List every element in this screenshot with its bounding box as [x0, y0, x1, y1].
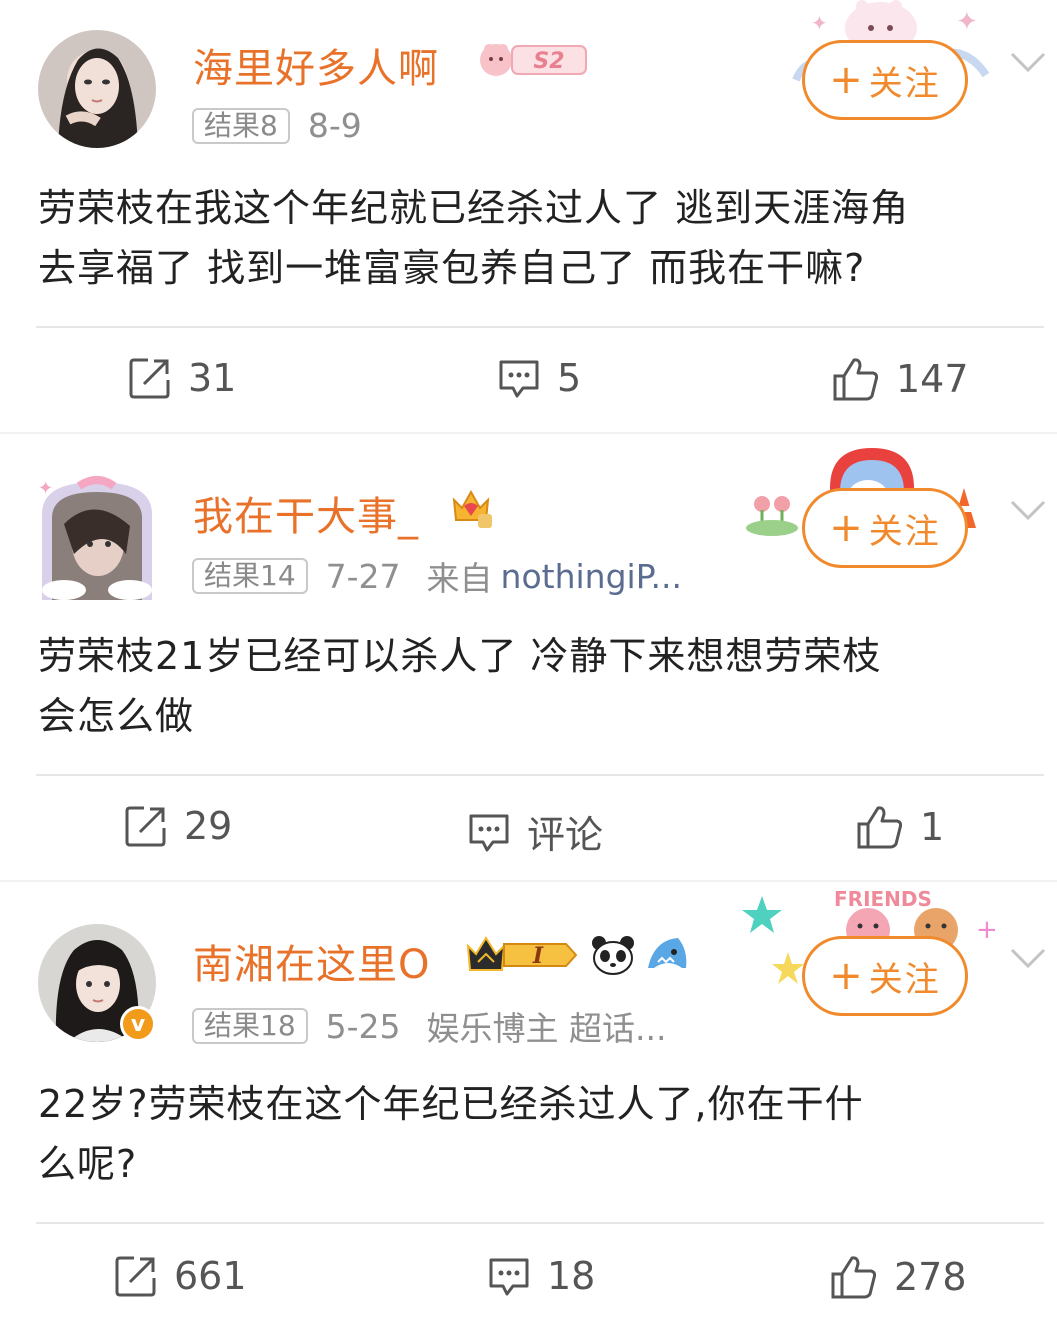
comment-count: 18 — [547, 1254, 596, 1298]
post-text-line: 劳荣枝21岁已经可以杀人了 冷静下来想想劳荣枝 — [38, 634, 882, 678]
comment-count: 5 — [557, 356, 582, 400]
post-text-line: 会怎么做 — [38, 694, 195, 738]
chevron-down-icon[interactable] — [1008, 942, 1048, 972]
repost-count: 31 — [188, 356, 237, 400]
post-source[interactable]: 娱乐博主 超话... — [427, 1002, 667, 1050]
svg-text:I: I — [532, 943, 544, 969]
comment-button[interactable]: 18 — [487, 1254, 595, 1298]
like-count: 147 — [896, 357, 969, 401]
post-date: 5-25 — [325, 1006, 401, 1046]
repost-count: 29 — [184, 804, 233, 848]
avatar[interactable] — [38, 30, 156, 148]
post-date: 7-27 — [325, 556, 401, 596]
result-tag: 结果8 — [192, 107, 290, 144]
source-prefix: 来自 — [426, 559, 493, 598]
repost-button[interactable]: 661 — [114, 1254, 247, 1298]
post-1: 海里好多人啊 S2 结果8 8-9 ✦ ✦ + 关注 劳荣枝在我这个年纪就已经杀过… — [0, 0, 1057, 432]
post-text: 22岁?劳荣枝在这个年纪已经杀过人了,你在干什 么呢? — [38, 1074, 1038, 1194]
divider — [36, 774, 1044, 776]
result-tag: 结果18 — [192, 1008, 308, 1044]
username[interactable]: 我在干大事_ — [193, 484, 419, 542]
post-text-line: 么呢? — [38, 1142, 138, 1186]
svg-text:FRIENDS: FRIENDS — [834, 887, 932, 911]
svg-text:✦: ✦ — [38, 478, 53, 499]
svg-text:S2: S2 — [533, 49, 564, 74]
repost-button[interactable]: 29 — [124, 804, 232, 848]
comment-button[interactable]: 5 — [497, 356, 581, 400]
repost-count: 661 — [174, 1254, 247, 1298]
like-button[interactable]: 1 — [856, 804, 944, 850]
comment-icon — [469, 814, 509, 851]
comment-button[interactable]: 评论 — [467, 804, 603, 859]
divider — [36, 326, 1044, 328]
divider — [36, 1222, 1044, 1224]
chevron-down-icon[interactable] — [1008, 46, 1048, 76]
post-meta: 结果14 7-27 来自 nothingiP... — [192, 552, 682, 600]
comment-icon — [489, 1258, 529, 1296]
plus-icon: + — [829, 57, 865, 103]
follow-label: 关注 — [868, 63, 941, 104]
svg-text:✦: ✦ — [811, 11, 828, 35]
comment-feed: 海里好多人啊 S2 结果8 8-9 ✦ ✦ + 关注 劳荣枝在我这个年纪就已经杀过… — [0, 0, 1057, 1331]
like-icon — [831, 1256, 877, 1299]
post-meta: 结果8 8-9 — [192, 106, 362, 145]
username[interactable]: 南湘在这里O — [193, 932, 430, 990]
svg-text:✦: ✦ — [956, 7, 978, 37]
plus-icon: + — [829, 953, 865, 999]
verified-icon: v — [120, 1006, 156, 1042]
repost-icon — [115, 1256, 156, 1297]
chevron-down-icon[interactable] — [1008, 494, 1048, 524]
like-button[interactable]: 147 — [832, 356, 969, 402]
post-text-line: 去享福了 找到一堆富豪包养自己了 而我在干嘛? — [38, 246, 866, 290]
post-text: 劳荣枝在我这个年纪就已经杀过人了 逃到天涯海角 去享福了 找到一堆富豪包养自己了… — [38, 178, 1038, 298]
post-text: 劳荣枝21岁已经可以杀人了 冷静下来想想劳荣枝 会怎么做 — [38, 626, 1038, 746]
svg-text:+: + — [976, 915, 998, 945]
plus-icon: + — [829, 505, 865, 551]
username[interactable]: 海里好多人啊 — [193, 36, 439, 94]
like-icon — [857, 806, 903, 849]
follow-button[interactable]: + 关注 — [802, 40, 968, 120]
post-3: v 南湘在这里O I 结果18 5-25 娱乐博主 超话... FRIENDS +… — [0, 882, 1057, 1331]
like-icon — [833, 358, 879, 401]
result-tag: 结果14 — [192, 558, 308, 594]
panda-icon — [590, 934, 636, 976]
avatar[interactable]: ✦ — [34, 474, 160, 600]
repost-button[interactable]: 31 — [128, 356, 236, 400]
post-date: 8-9 — [307, 106, 362, 145]
follow-label: 关注 — [868, 959, 941, 1000]
follow-button[interactable]: + 关注 — [802, 488, 968, 568]
post-meta: 结果18 5-25 娱乐博主 超话... — [192, 1002, 667, 1050]
level-badge-icon: S2 — [474, 38, 590, 82]
like-button[interactable]: 278 — [830, 1254, 967, 1300]
like-count: 278 — [894, 1255, 967, 1299]
follow-button[interactable]: + 关注 — [802, 936, 968, 1016]
post-text-line: 劳荣枝在我这个年纪就已经杀过人了 逃到天涯海角 — [38, 186, 910, 230]
follow-label: 关注 — [868, 511, 941, 552]
crown-badge-icon — [448, 484, 494, 530]
comment-count: 评论 — [527, 813, 604, 857]
repost-icon — [125, 806, 166, 847]
repost-icon — [129, 358, 170, 399]
post-text-line: 22岁?劳荣枝在这个年纪已经杀过人了,你在干什 — [38, 1082, 864, 1126]
comment-icon — [499, 360, 539, 398]
like-count: 1 — [920, 805, 945, 849]
crown-level-badge-icon: I — [464, 932, 580, 978]
post-source[interactable]: nothingiP... — [501, 557, 682, 596]
shark-icon — [644, 932, 690, 976]
post-2: ✦ 我在干大事_ 结果14 7-27 来自 nothingiP... + 关注 … — [0, 434, 1057, 880]
